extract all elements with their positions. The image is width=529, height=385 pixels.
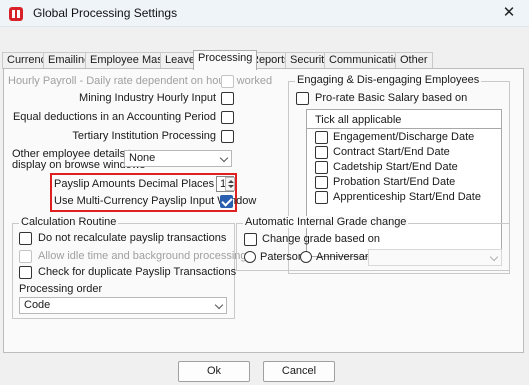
check-duplicate-checkbox[interactable]: [19, 266, 32, 279]
list-divider: [307, 128, 501, 129]
probation-date-checkbox[interactable]: [315, 176, 328, 189]
allow-idle-checkbox[interactable]: [19, 250, 32, 263]
chevron-down-icon: [214, 300, 224, 310]
tab-other[interactable]: Other: [395, 52, 433, 69]
multi-currency-checkbox[interactable]: [220, 195, 233, 208]
equal-deductions-label: Equal deductions in an Accounting Period: [12, 111, 216, 123]
list-item: Cadetship Start/End Date: [333, 161, 458, 173]
prorate-checkbox[interactable]: [296, 92, 309, 105]
window-title: Global Processing Settings: [33, 6, 178, 20]
ok-button[interactable]: Ok: [178, 361, 250, 382]
cadetship-date-checkbox[interactable]: [315, 161, 328, 174]
engagement-date-checkbox[interactable]: [315, 131, 328, 144]
decimal-places-label: Payslip Amounts Decimal Places: [54, 178, 215, 190]
allow-idle-label: Allow idle time and background processin…: [38, 250, 247, 262]
other-details-value: None: [129, 152, 156, 164]
chevron-down-icon: [219, 153, 229, 163]
tertiary-checkbox[interactable]: [221, 130, 234, 143]
paterson-label: Paterson: [260, 251, 305, 263]
equal-deductions-checkbox[interactable]: [221, 111, 234, 124]
spinner-buttons[interactable]: [225, 177, 235, 191]
processing-order-value: Code: [24, 299, 51, 311]
change-grade-label: Change grade based on: [262, 233, 381, 245]
hourly-payroll-checkbox[interactable]: [221, 75, 234, 88]
do-not-recalc-label: Do not recalculate payslip transactions: [38, 232, 227, 244]
list-item: Contract Start/End Date: [333, 146, 450, 158]
change-grade-checkbox[interactable]: [244, 233, 257, 246]
engaging-title: Engaging & Dis-engaging Employees: [295, 74, 482, 86]
mining-hourly-label: Mining Industry Hourly Input: [79, 92, 216, 104]
list-header: Tick all applicable: [315, 114, 402, 126]
prorate-label: Pro-rate Basic Salary based on: [315, 92, 468, 104]
footer-bar: Ok Cancel: [0, 357, 529, 385]
chevron-down-icon: [489, 252, 499, 262]
apprenticeship-date-checkbox[interactable]: [315, 191, 328, 204]
app-icon: [9, 7, 23, 21]
tertiary-label: Tertiary Institution Processing: [72, 130, 216, 142]
processing-order-label: Processing order: [19, 283, 103, 295]
hourly-payroll-label: Hourly Payroll - Daily rate dependent on…: [8, 75, 273, 87]
close-button[interactable]: ✕: [489, 0, 529, 27]
contract-date-checkbox[interactable]: [315, 146, 328, 159]
multi-currency-label: Use Multi-Currency Payslip Input Window: [54, 195, 257, 207]
settings-window: Global Processing Settings ✕ Currency Em…: [0, 0, 529, 385]
processing-panel: Hourly Payroll - Daily rate dependent on…: [3, 68, 524, 353]
mining-hourly-checkbox[interactable]: [221, 92, 234, 105]
spin-up-icon[interactable]: [228, 180, 234, 183]
list-item: Probation Start/End Date: [333, 176, 456, 188]
tab-processing[interactable]: Processing: [193, 50, 258, 70]
other-details-select[interactable]: None: [124, 150, 232, 167]
anniversary-label: Anniversary: [316, 251, 375, 263]
paterson-radio[interactable]: [244, 251, 256, 263]
list-item: Engagement/Discharge Date: [333, 131, 475, 143]
calculation-routine-title: Calculation Routine: [19, 216, 119, 228]
spin-down-icon[interactable]: [228, 185, 234, 188]
title-bar: Global Processing Settings ✕: [0, 0, 529, 27]
processing-order-select[interactable]: Code: [19, 297, 227, 314]
do-not-recalc-checkbox[interactable]: [19, 232, 32, 245]
grade-basis-select[interactable]: [368, 249, 502, 266]
grade-change-title: Automatic Internal Grade change: [243, 216, 409, 228]
cancel-button[interactable]: Cancel: [263, 361, 335, 382]
anniversary-radio[interactable]: [300, 251, 312, 263]
list-item: Apprenticeship Start/End Date: [333, 191, 481, 203]
check-duplicate-label: Check for duplicate Payslip Transactions: [38, 266, 237, 278]
